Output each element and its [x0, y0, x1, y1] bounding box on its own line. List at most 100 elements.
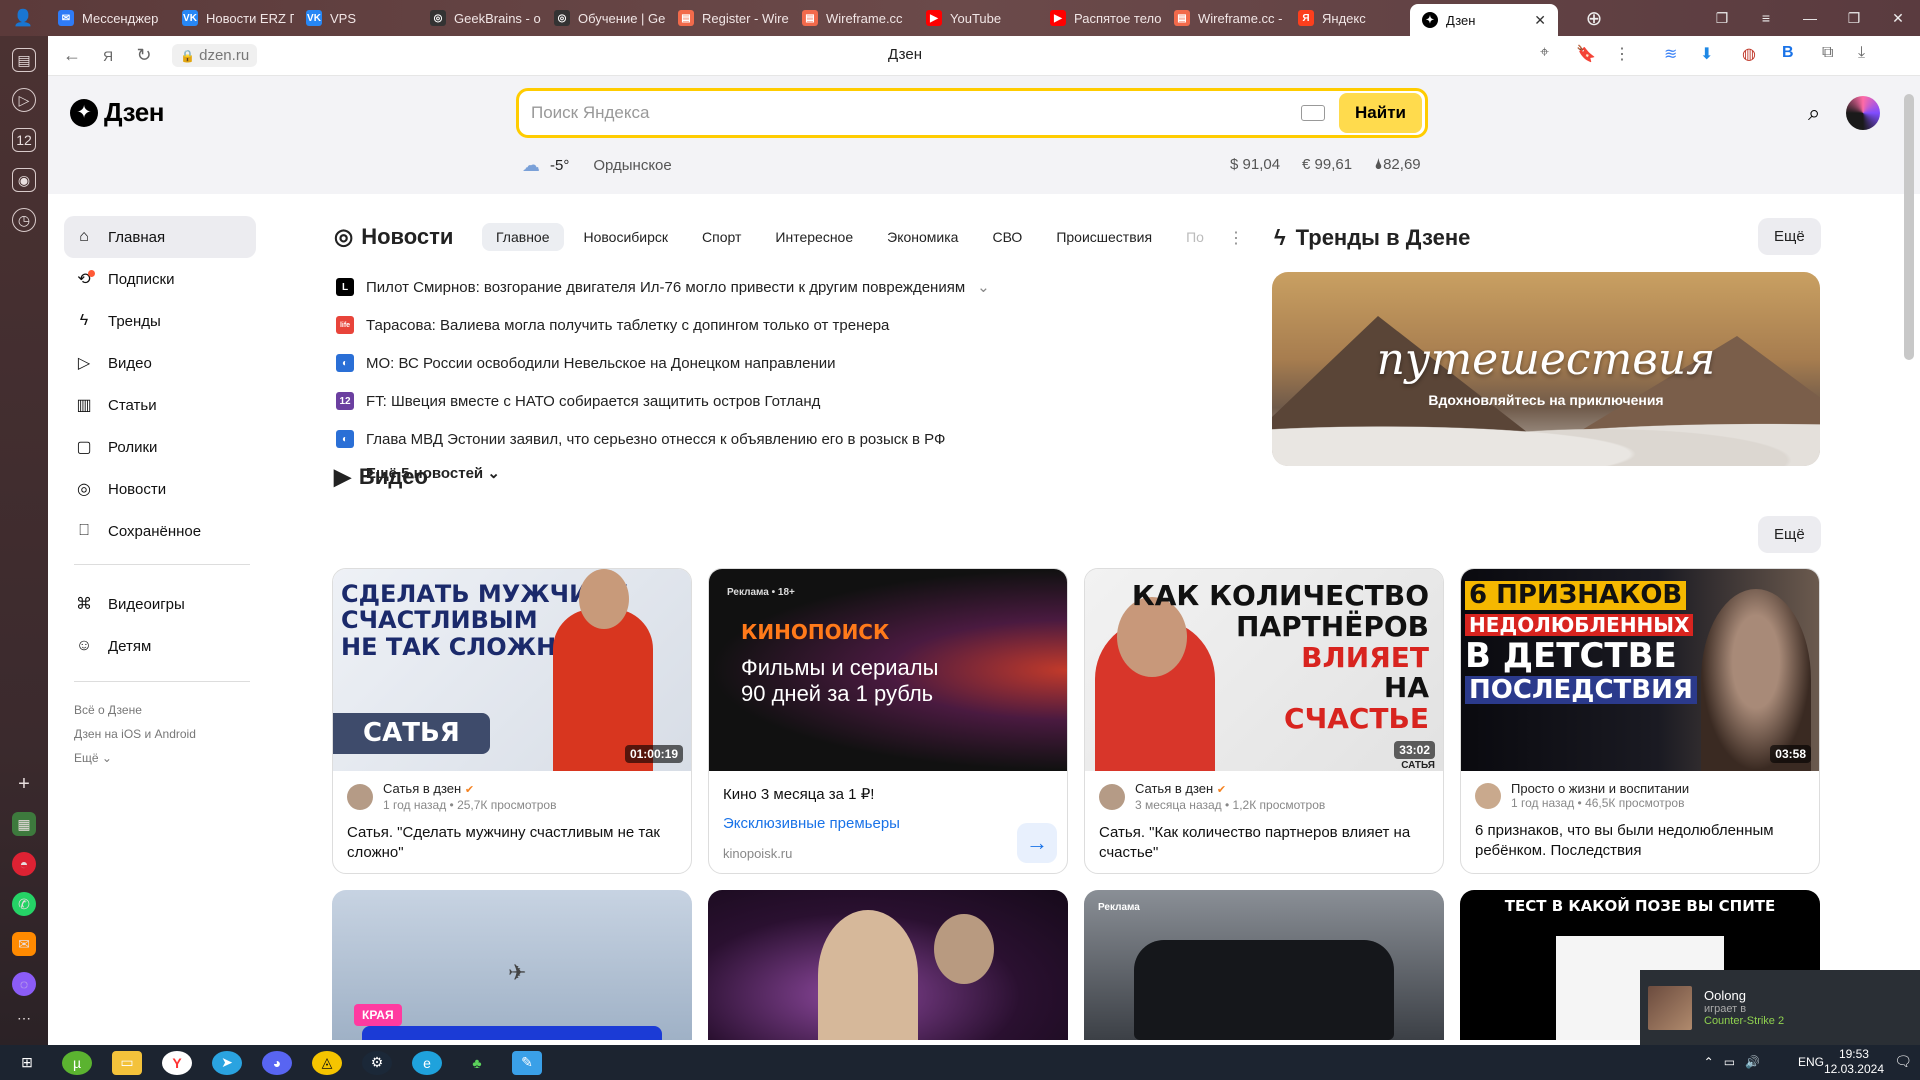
video-heading[interactable]: ▶ Видео — [334, 464, 428, 490]
browser-tab[interactable]: VK Новости ERZ Г — [170, 0, 294, 36]
news-item[interactable]: life Тарасова: Валиева могла получить таб… — [336, 306, 1056, 344]
explorer-icon[interactable]: ▭ — [112, 1050, 142, 1075]
more-icon[interactable]: ⋮ — [1614, 44, 1630, 64]
yandex-browser-icon[interactable]: Y — [162, 1050, 192, 1075]
sidebar-item[interactable]: ☺ Детям — [64, 625, 256, 667]
search-icon[interactable]: ⌕ — [1808, 100, 1820, 126]
sidebar-item[interactable]: ⌘ Видеоигры — [64, 583, 256, 625]
extension-icon-3[interactable]: B — [1782, 44, 1794, 62]
mail-icon[interactable]: ✉ — [12, 932, 36, 956]
weather-widget[interactable]: ☁ -5° Ордынское — [522, 155, 672, 176]
chevron-down-icon[interactable]: ⌄ — [977, 278, 990, 296]
sidebar-item[interactable]: ▢ Ролики — [64, 426, 256, 468]
news-item[interactable]: L Пилот Смирнов: возгорание двигателя Ил-… — [336, 268, 1056, 306]
notifications-icon[interactable]: 🗨 — [1894, 1053, 1912, 1070]
news-item[interactable]: 12 FT: Швеция вместе с НАТО собирается за… — [336, 382, 1056, 420]
tray-icons[interactable]: ⌃ ▭ 🔊 — [1704, 1055, 1760, 1069]
screenshot-icon[interactable]: ◉ — [12, 168, 36, 192]
app-icon-green[interactable]: ▦ — [12, 812, 36, 836]
news-heading[interactable]: ◎ Новости — [334, 224, 453, 250]
close-tab-icon[interactable]: ✕ — [1534, 12, 1546, 29]
browser-tab[interactable]: ◎ Обучение | Ge — [542, 0, 666, 36]
bookmarks-window-icon[interactable]: ❐ — [1700, 10, 1744, 27]
alice-icon[interactable]: ◌ — [12, 972, 36, 996]
steam-icon[interactable]: ⚙ — [362, 1050, 392, 1075]
ad-card[interactable]: Реклама • 18+ КИНОПОИСК Фильмы и сериалы… — [708, 568, 1068, 874]
new-tab-button[interactable]: ⊕ — [1572, 6, 1616, 31]
nav-footer-apps[interactable]: Дзен на iOS и Android — [64, 724, 256, 744]
news-tab[interactable]: Интересное — [761, 223, 867, 251]
browser-tab[interactable]: ▤ Register - Wire — [666, 0, 790, 36]
trend-card-travel[interactable]: путешествия Вдохновляйтесь на приключени… — [1272, 272, 1820, 466]
dzen-logo[interactable]: ✦ Дзен — [70, 97, 164, 128]
video-card[interactable]: СДЕЛАТЬ МУЖЧИНУ СЧАСТЛИВЫМ НЕ ТАК СЛОЖНО… — [332, 568, 692, 874]
ad-link[interactable]: Эксклюзивные премьеры — [723, 815, 1053, 832]
bookmark-icon[interactable]: 🔖 — [1576, 44, 1596, 64]
browser-tab[interactable]: ◎ GeekBrains - о — [418, 0, 542, 36]
minimize-button[interactable]: — — [1788, 10, 1832, 26]
sidebar-item[interactable]: ▷ Видео — [64, 342, 256, 384]
news-tab[interactable]: Происшествия — [1042, 223, 1166, 251]
more-panel-icon[interactable]: ⋯ — [12, 1006, 36, 1030]
player-icon[interactable]: ▷ — [12, 88, 36, 112]
extensions-icon[interactable]: ⧉ — [1822, 44, 1833, 62]
whatsapp-icon[interactable]: ✆ — [12, 892, 36, 916]
edge-icon[interactable]: e — [412, 1050, 442, 1075]
collections-icon[interactable]: ▤ — [12, 48, 36, 72]
video-more-button[interactable]: Ещё — [1758, 516, 1821, 553]
utorrent-icon[interactable]: µ — [62, 1050, 92, 1075]
app-icon-tree[interactable]: ♣ — [462, 1051, 492, 1075]
ad-card[interactable]: Реклама — [1084, 890, 1444, 1040]
news-tabs-more-icon[interactable]: ⋮ — [1228, 228, 1244, 248]
app-icon-pokeball[interactable]: ◓ — [12, 852, 36, 876]
extension-icon-2[interactable]: ◍ — [1742, 44, 1756, 64]
browser-tab[interactable]: ✉ Мессенджер — [46, 0, 170, 36]
profile-icon[interactable]: 👤 — [0, 0, 46, 36]
nav-footer-about[interactable]: Всё о Дзене — [64, 700, 256, 720]
yandex-home-button[interactable]: Я — [90, 48, 126, 64]
news-tab[interactable]: СВО — [978, 223, 1036, 251]
trends-more-button[interactable]: Ещё — [1758, 218, 1821, 255]
sidebar-item[interactable]: ⎕ Сохранённое — [64, 510, 256, 552]
add-panel-icon[interactable]: + — [12, 772, 36, 796]
sidebar-item[interactable]: ◎ Новости — [64, 468, 256, 510]
browser-tab[interactable]: ▶ Распятое тело — [1038, 0, 1162, 36]
news-tab[interactable]: Главное — [482, 223, 564, 251]
clock[interactable]: 19:53 12.03.2024 — [1824, 1047, 1884, 1077]
browser-tab[interactable]: Я Яндекс — [1286, 0, 1410, 36]
game-launcher-icon[interactable]: ◬ — [312, 1050, 342, 1075]
browser-tab[interactable]: ▤ Wireframe.cc — [790, 0, 914, 36]
browser-tab[interactable]: ▶ YouTube — [914, 0, 1038, 36]
discord-icon[interactable]: ◕ — [262, 1050, 292, 1075]
maximize-button[interactable]: ❐ — [1832, 10, 1876, 27]
news-tab[interactable]: Спорт — [688, 223, 755, 251]
arrow-right-icon[interactable]: → — [1017, 823, 1057, 863]
reload-button[interactable]: ↻ — [126, 45, 162, 66]
menu-icon[interactable]: ≡ — [1744, 10, 1788, 26]
start-button[interactable]: ⊞ — [12, 1051, 42, 1075]
sidebar-item[interactable]: ϟ Тренды — [64, 300, 256, 342]
video-card[interactable]: ✈ КРАЯ — [332, 890, 692, 1040]
location-icon[interactable]: ⌖ — [1540, 44, 1549, 62]
twelve-channel-icon[interactable]: 12 — [12, 128, 36, 152]
avatar[interactable] — [1846, 96, 1880, 130]
news-tab[interactable]: Новосибирск — [570, 223, 683, 251]
back-button[interactable]: ← — [54, 45, 90, 66]
tab-active[interactable]: ✦ Дзен ✕ — [1410, 4, 1558, 36]
url-field[interactable]: 🔒 dzen.ru — [172, 44, 258, 67]
trends-heading[interactable]: ϟ Тренды в Дзене — [1274, 225, 1470, 251]
browser-tab[interactable]: ▤ Wireframe.cc - — [1162, 0, 1286, 36]
steam-notification[interactable]: Oolong играет в Counter-Strike 2 — [1640, 970, 1920, 1045]
page-scrollbar[interactable] — [1904, 94, 1914, 360]
sidebar-item[interactable]: ⌂ Главная — [64, 216, 256, 258]
history-icon[interactable]: ◷ — [12, 208, 36, 232]
keyboard-icon[interactable] — [1301, 105, 1326, 121]
nav-footer-more[interactable]: Ещё ⌄ — [64, 748, 256, 768]
news-item[interactable]: ◐ МО: ВС России освободили Невельское на … — [336, 344, 1056, 382]
video-card[interactable]: 6 ПРИЗНАКОВ НЕДОЛЮБЛЕННЫХ В ДЕТСТВЕ ПОСЛ… — [1460, 568, 1820, 874]
close-window-button[interactable]: ✕ — [1876, 10, 1920, 27]
search-button[interactable]: Найти — [1339, 93, 1422, 133]
paint-icon[interactable]: ✎ — [512, 1050, 542, 1075]
downloads-icon[interactable]: ⤓ — [1858, 44, 1865, 62]
sidebar-item[interactable]: ⟲ Подписки — [64, 258, 256, 300]
